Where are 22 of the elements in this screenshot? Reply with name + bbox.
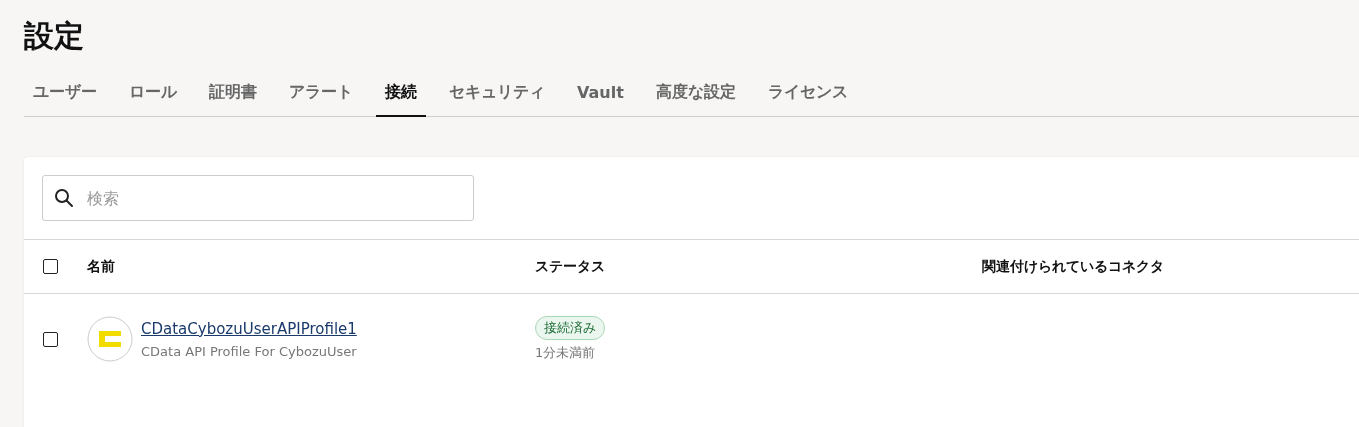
logo-icon bbox=[87, 316, 133, 362]
tab[interactable]: ライセンス bbox=[758, 82, 857, 117]
search-icon bbox=[54, 188, 74, 208]
checkbox[interactable] bbox=[43, 259, 58, 274]
column-header: ステータス bbox=[535, 257, 605, 274]
tab[interactable]: アラート bbox=[280, 82, 362, 117]
tab[interactable]: Vault bbox=[568, 82, 633, 117]
profile-link[interactable]: CDataCybozuUserAPIProfile1 bbox=[141, 319, 357, 338]
tab[interactable]: 証明書 bbox=[200, 82, 266, 117]
tab[interactable]: 接続 bbox=[376, 82, 426, 117]
status-time: 1分未満前 bbox=[535, 344, 596, 362]
column-header: 名前 bbox=[87, 257, 115, 274]
search-field[interactable]: 検索 bbox=[42, 175, 474, 221]
page-title: 設定 bbox=[24, 17, 85, 55]
tab[interactable]: ロール bbox=[120, 82, 186, 117]
column-header: 関連付けられているコネクタ bbox=[982, 257, 1164, 274]
status-badge: 接続済み bbox=[535, 316, 605, 340]
tab[interactable]: セキュリティ bbox=[440, 82, 554, 117]
tab[interactable]: ユーザー bbox=[24, 82, 106, 117]
profile-description: CData API Profile For CybozuUser bbox=[141, 343, 357, 359]
checkbox[interactable] bbox=[43, 331, 58, 347]
tab[interactable]: 高度な設定 bbox=[646, 82, 745, 117]
